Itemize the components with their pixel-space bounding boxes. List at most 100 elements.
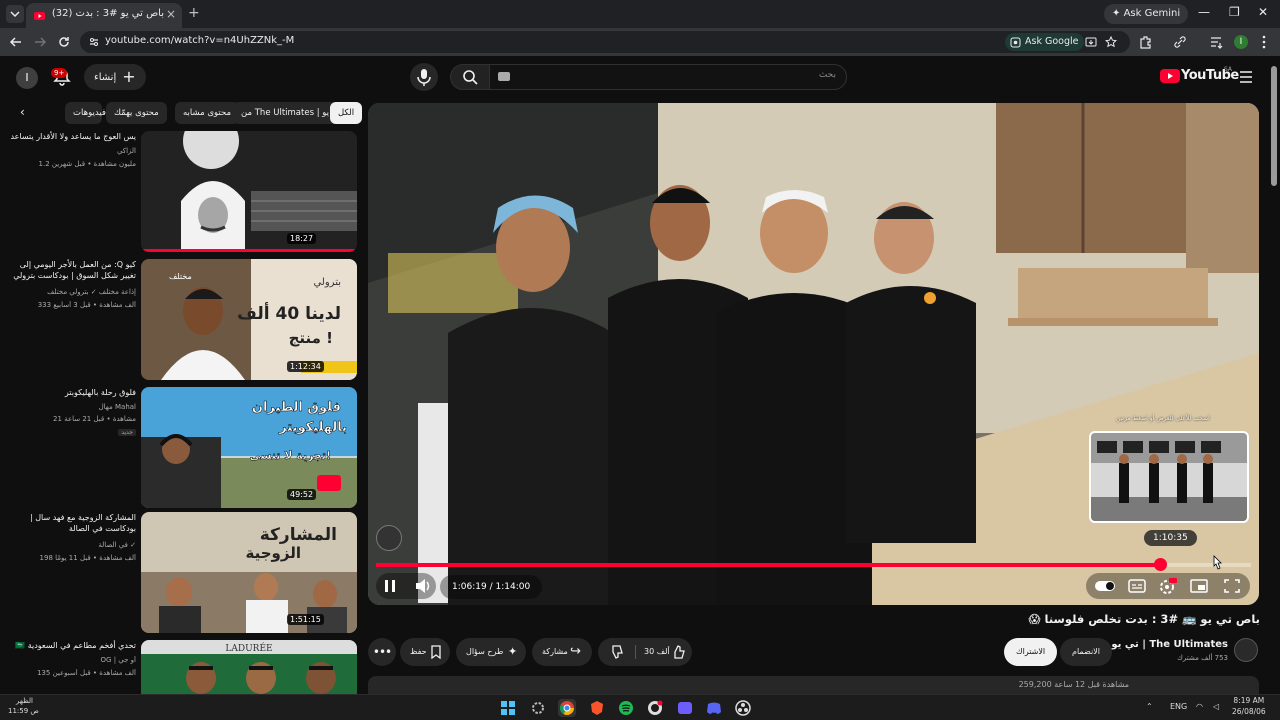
- video-thumbnail[interactable]: بترولي لدينا 40 ألف منتج ! مختلف 1:12:34: [141, 259, 357, 380]
- forward-arrow-icon[interactable]: [32, 34, 48, 50]
- voice-search-button[interactable]: [410, 63, 438, 91]
- chip-from-channel[interactable]: من The Ultimates | تي يو: [233, 102, 343, 124]
- taskbar-settings[interactable]: [529, 699, 547, 717]
- description-box[interactable]: 259,200 مشاهدة قبل 12 ساعة: [368, 676, 1259, 694]
- autoplay-toggle-icon[interactable]: [1094, 575, 1116, 597]
- list-item[interactable]: بترولي لدينا 40 ألف منتج ! مختلف 1:12:34…: [0, 259, 360, 381]
- list-item[interactable]: المشاركة الزوجية 1:51:15 المشاركة الزوجي…: [0, 512, 360, 634]
- ask-google-button[interactable]: Ask Google: [1005, 33, 1085, 51]
- channel-watermark[interactable]: [376, 525, 402, 551]
- channel-name[interactable]: OG | أو جي: [6, 656, 136, 664]
- share-button[interactable]: مشاركة ↪: [532, 638, 592, 666]
- reload-icon[interactable]: [56, 34, 72, 50]
- list-item[interactable]: LADURÉE تحدي أفخم مطاعم في السعودية 🇸🇦 O…: [0, 640, 360, 694]
- join-button[interactable]: الانضمام: [1060, 638, 1112, 666]
- hamburger-menu-icon[interactable]: [1238, 70, 1254, 84]
- taskbar-github[interactable]: [646, 699, 664, 717]
- save-label: حفظ: [410, 647, 427, 656]
- subscribe-button[interactable]: الاشتراك: [1004, 638, 1058, 666]
- create-button[interactable]: إنشاء +: [84, 64, 146, 90]
- close-window-icon[interactable]: ✕: [1258, 5, 1268, 19]
- pause-icon[interactable]: [382, 575, 398, 597]
- account-avatar[interactable]: I: [16, 67, 38, 89]
- settings-gear-icon[interactable]: [1158, 575, 1178, 597]
- start-button[interactable]: [499, 699, 517, 717]
- site-info-icon[interactable]: [88, 36, 100, 48]
- taskbar-spotify[interactable]: [617, 699, 635, 717]
- channel-name[interactable]: الزاكي: [6, 147, 136, 155]
- chip-for-you[interactable]: محتوى يهمّك: [106, 102, 167, 124]
- list-item[interactable]: فلوق الطيران بالهليكوبتر تجربة لا تنسى! …: [0, 387, 360, 509]
- subscriber-count: 753 ألف مشترك: [1177, 654, 1228, 662]
- active-tab[interactable]: باص تي يو #3 : بدت (32) ×: [26, 3, 182, 28]
- channel-name[interactable]: إذاعة مختلف ✓ بترولي مختلف: [6, 288, 136, 296]
- ask-gemini-button[interactable]: ✦ Ask Gemini: [1104, 4, 1189, 24]
- chip-all[interactable]: الكل: [330, 102, 363, 124]
- video-thumbnail[interactable]: LADURÉE: [141, 640, 357, 694]
- page-scrollbar[interactable]: [1268, 56, 1280, 694]
- maximize-icon[interactable]: ❐: [1229, 5, 1240, 19]
- chevron-left-icon[interactable]: ‹: [20, 105, 25, 119]
- video-thumbnail[interactable]: المشاركة الزوجية 1:51:15: [141, 512, 357, 633]
- video-thumbnail[interactable]: فلوق الطيران بالهليكوبتر تجربة لا تنسى! …: [141, 387, 357, 508]
- like-button[interactable]: [672, 638, 686, 666]
- like-count[interactable]: 30 ألف: [644, 638, 670, 666]
- input-language[interactable]: ENG: [1170, 702, 1187, 711]
- wifi-icon[interactable]: ◠: [1196, 702, 1203, 711]
- extensions-puzzle-icon[interactable]: [1138, 34, 1154, 50]
- taskbar-brave[interactable]: [588, 699, 606, 717]
- profile-avatar[interactable]: I: [1234, 35, 1248, 49]
- minimize-icon[interactable]: —: [1198, 5, 1210, 19]
- ask-question-button[interactable]: طرح سؤال ✦: [456, 638, 526, 666]
- video-player[interactable]: اسحب للأعلى للعرض أو اضغط مرتين 1:10:35 …: [368, 103, 1259, 605]
- close-tab-icon[interactable]: ×: [166, 7, 176, 21]
- video-title[interactable]: يس العوج ما يساعد ولا الأقدار يتساعد: [4, 131, 136, 142]
- more-vert-icon[interactable]: [1258, 34, 1270, 50]
- save-button[interactable]: حفظ: [400, 638, 450, 666]
- search-button[interactable]: [450, 64, 490, 90]
- list-item[interactable]: 18:27 يس العوج ما يساعد ولا الأقدار يتسا…: [0, 131, 360, 253]
- video-title[interactable]: تحدي أفخم مطاعم في السعودية 🇸🇦: [4, 640, 136, 651]
- video-title[interactable]: المشاركة الزوجية مع فهد سال | بودكاست في…: [4, 512, 136, 534]
- speaker-icon[interactable]: ◁: [1213, 702, 1219, 711]
- video-title[interactable]: فلوق رحلة بالهليكوبتر: [4, 387, 136, 398]
- new-tab-button[interactable]: +: [188, 5, 200, 21]
- scrollbar-thumb[interactable]: [1271, 66, 1277, 186]
- tray-chevron-icon[interactable]: ⌃: [1146, 702, 1153, 711]
- seek-bar-handle[interactable]: [1154, 558, 1167, 571]
- keyboard-icon[interactable]: [498, 72, 510, 81]
- browser-toolbar: youtube.com/watch?v=n4UhZZNk_-M Ask Goog…: [0, 28, 1280, 56]
- search-input[interactable]: بحث: [489, 64, 847, 90]
- bookmark-star-icon[interactable]: [1105, 36, 1117, 48]
- seek-bar[interactable]: [376, 558, 1251, 571]
- captions-icon[interactable]: [1128, 575, 1146, 597]
- taskbar-obs[interactable]: [734, 699, 752, 717]
- channel-name[interactable]: The Ultimates | تي يو ✓: [1101, 639, 1228, 650]
- tab-search-button[interactable]: [6, 5, 24, 23]
- channel-avatar[interactable]: [1234, 638, 1258, 662]
- taskbar-clock[interactable]: 8:19 AM 26/08/06: [1232, 695, 1266, 717]
- youtube-logo-icon[interactable]: [1160, 69, 1180, 83]
- address-bar[interactable]: youtube.com/watch?v=n4UhZZNk_-M Ask Goog…: [80, 31, 1130, 53]
- install-app-icon[interactable]: [1085, 36, 1097, 48]
- back-arrow-icon[interactable]: [8, 34, 24, 50]
- link-icon[interactable]: [1172, 34, 1188, 50]
- chip-related[interactable]: محتوى مشابه: [175, 102, 239, 124]
- chip-videos[interactable]: فيديوهات: [65, 102, 106, 124]
- taskbar-chrome[interactable]: [558, 699, 576, 717]
- search-placeholder: بحث: [818, 70, 836, 80]
- channel-name[interactable]: في الصالة ✓: [6, 541, 136, 549]
- ask-label: طرح سؤال: [466, 647, 504, 656]
- more-actions-button[interactable]: •••: [368, 638, 396, 666]
- reading-list-icon[interactable]: [1208, 34, 1224, 50]
- volume-icon[interactable]: [414, 575, 432, 597]
- fullscreen-icon[interactable]: [1223, 575, 1241, 597]
- taskbar-app-purple[interactable]: [676, 699, 694, 717]
- taskbar-discord[interactable]: [705, 699, 723, 717]
- video-thumbnail[interactable]: 18:27: [141, 131, 357, 252]
- channel-name[interactable]: مهال Mahal: [6, 403, 136, 411]
- dislike-button[interactable]: [610, 638, 624, 666]
- video-title[interactable]: كيو Q: من العمل بالأجر اليومي إلى تغيير …: [4, 259, 136, 281]
- weather-widget[interactable]: الظهر 11:59 ص: [8, 695, 39, 716]
- miniplayer-icon[interactable]: [1190, 575, 1208, 597]
